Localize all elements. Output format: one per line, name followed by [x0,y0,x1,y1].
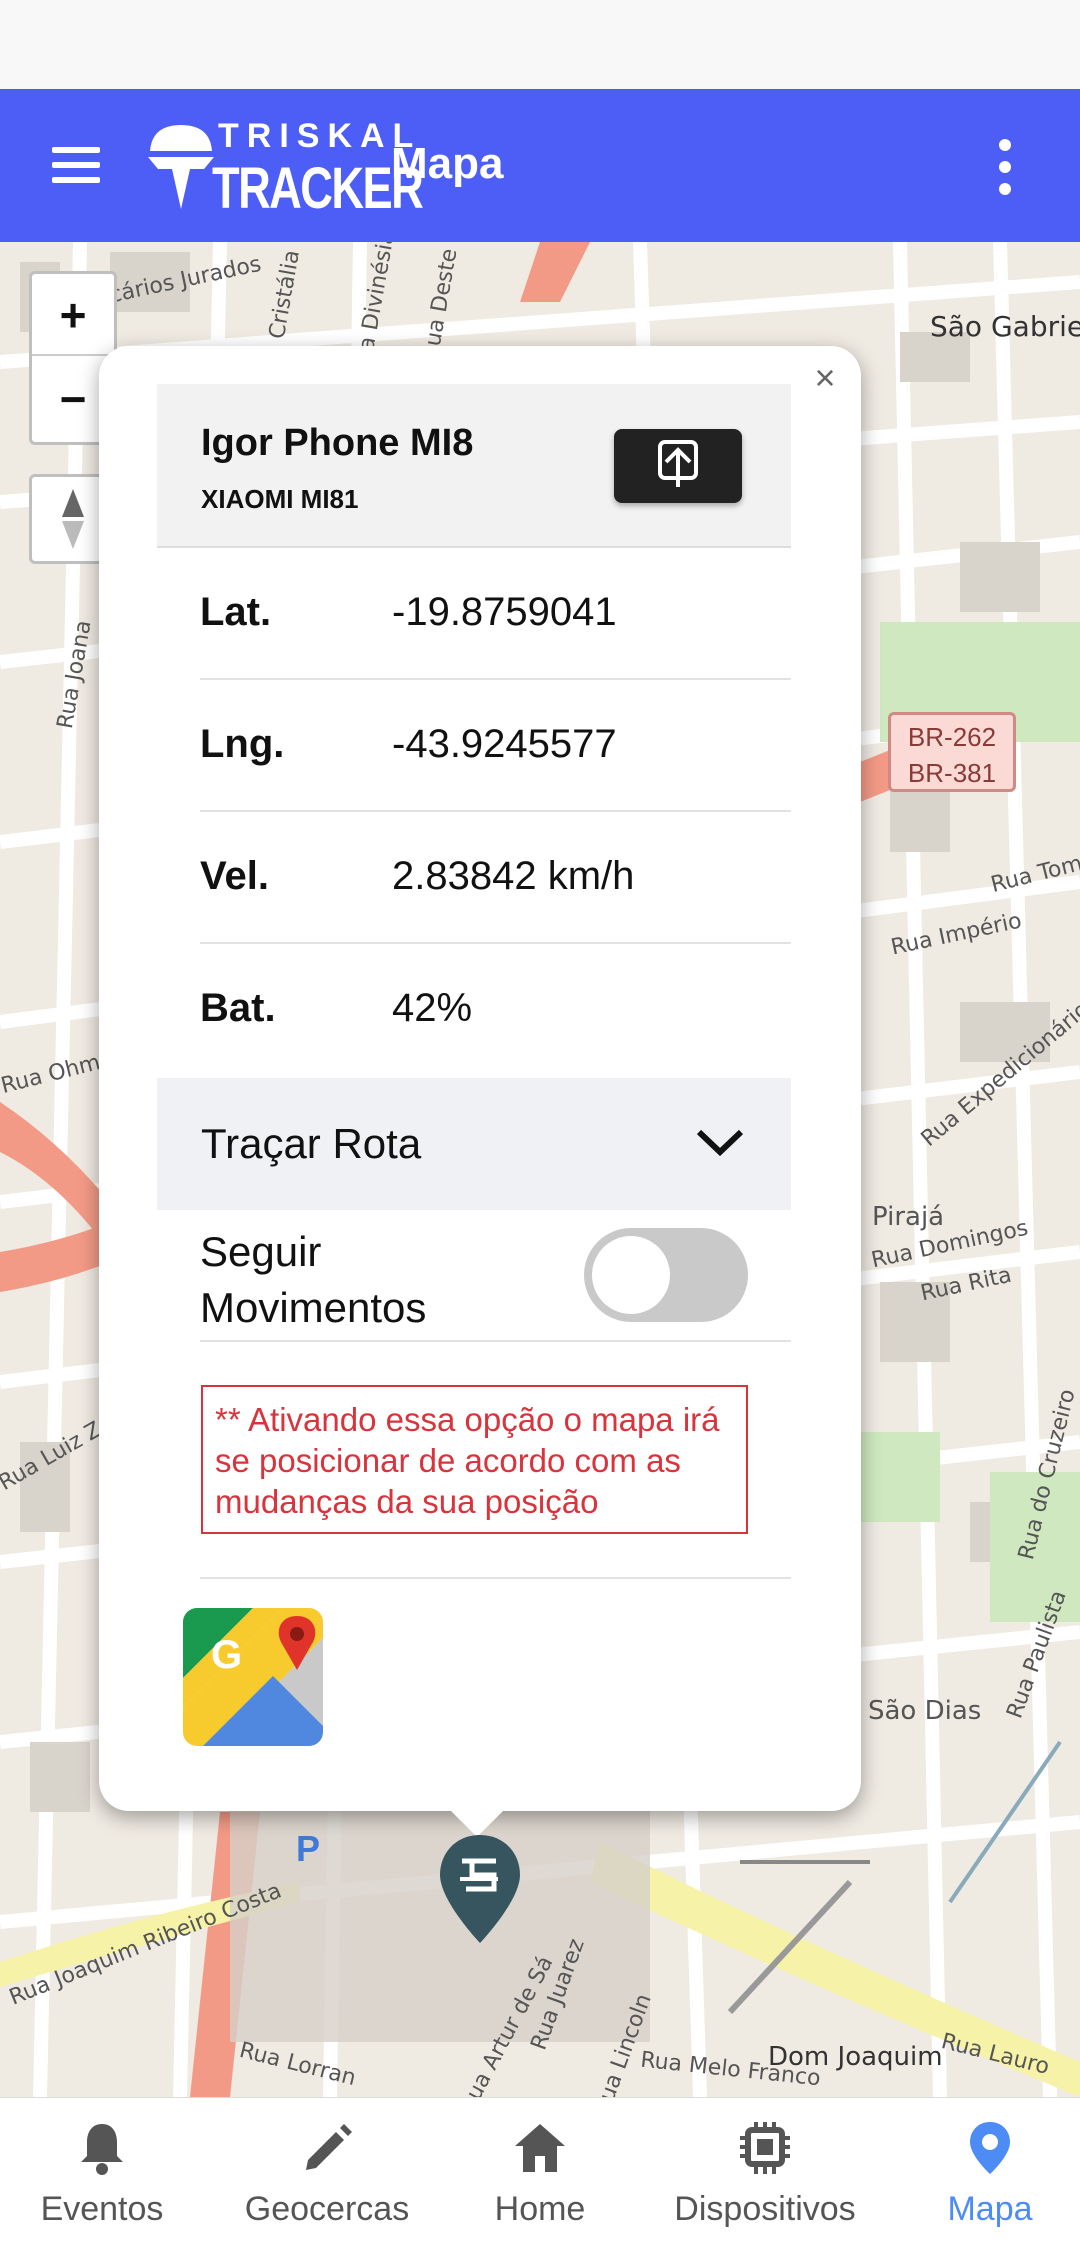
info-label: Bat. [200,986,276,1030]
device-model: XIAOMI MI81 [201,484,359,514]
google-maps-icon: G [183,1608,323,1746]
trace-route-label: Traçar Rota [201,1120,422,1167]
info-row-battery: Bat. 42% [200,944,791,1076]
nav-label: Dispositivos [674,2190,856,2228]
app-bar: TRISKAL TRACKER Mapa [0,89,1080,242]
nav-geocercas[interactable]: Geocercas [226,2098,428,2248]
follow-movements-toggle[interactable] [584,1228,748,1322]
logo-mark-icon [148,125,214,209]
google-maps-button[interactable]: G [183,1608,323,1746]
svg-text:G: G [211,1633,242,1677]
info-value: 42% [392,986,473,1030]
nav-dispositivos[interactable]: Dispositivos [655,2098,875,2248]
info-label: Lat. [200,590,272,634]
follow-movements-label: Seguir Movimentos [200,1228,427,1331]
info-label: Vel. [200,854,269,898]
page-title: Mapa [391,139,504,188]
bell-icon [81,2124,123,2175]
location-pin-icon [970,2122,1010,2174]
divider [200,1577,791,1579]
info-row-speed: Vel. 2.83842 km/h [200,812,791,944]
device-header: Igor Phone MI8 XIAOMI MI81 [157,384,791,548]
device-pin-icon [440,1835,520,1943]
info-value: -19.8759041 [392,590,617,634]
trace-route-dropdown[interactable]: Traçar Rota [157,1078,791,1210]
triskal-tracker-logo: TRISKAL TRACKER [146,115,424,221]
info-label: Lng. [200,722,285,766]
nav-home[interactable]: Home [460,2098,620,2248]
street-label: São Dias [868,1696,982,1726]
street-label: São Gabriel [930,310,1080,343]
highway-shield-line: BR-381 [907,758,997,788]
share-button[interactable] [614,429,742,503]
nav-mapa[interactable]: Mapa [920,2098,1060,2248]
info-value: -43.9245577 [392,722,617,766]
upload-icon [658,440,698,487]
nav-label: Mapa [947,2190,1033,2228]
follow-movements-row: Seguir Movimentos [200,1210,791,1342]
info-value: 2.83842 km/h [392,854,635,898]
close-icon[interactable]: × [805,358,845,398]
device-name: Igor Phone MI8 [201,422,474,464]
street-label: Pirajá [872,1202,945,1232]
nav-label: Home [494,2190,586,2228]
highway-shield-line: BR-262 [907,722,997,752]
follow-notice: ** Ativando essa opção o mapa irá se pos… [201,1385,748,1534]
more-vert-icon[interactable] [990,137,1020,197]
highway-shield: BR-262 BR-381 [888,712,1016,792]
toggle-knob [592,1236,670,1314]
bottom-navigation: Eventos Geocercas Home Dispositivos Mapa [0,2097,1080,2248]
nav-label: Geocercas [244,2190,410,2228]
info-row-lat: Lat. -19.8759041 [200,548,791,680]
pencil-icon [306,2124,352,2170]
street-label: Dom Joaquim [768,2042,943,2072]
status-bar [0,0,1080,89]
info-row-lng: Lng. -43.9245577 [200,680,791,812]
chevron-down-icon [696,1129,744,1157]
home-icon [515,2124,565,2172]
parking-icon: P [296,1828,321,1869]
chip-icon [740,2122,790,2174]
nav-eventos[interactable]: Eventos [12,2098,192,2248]
device-marker[interactable] [436,1831,524,1947]
zoom-in-button[interactable]: + [32,274,114,356]
menu-icon[interactable] [48,135,106,195]
nav-label: Eventos [40,2190,164,2228]
